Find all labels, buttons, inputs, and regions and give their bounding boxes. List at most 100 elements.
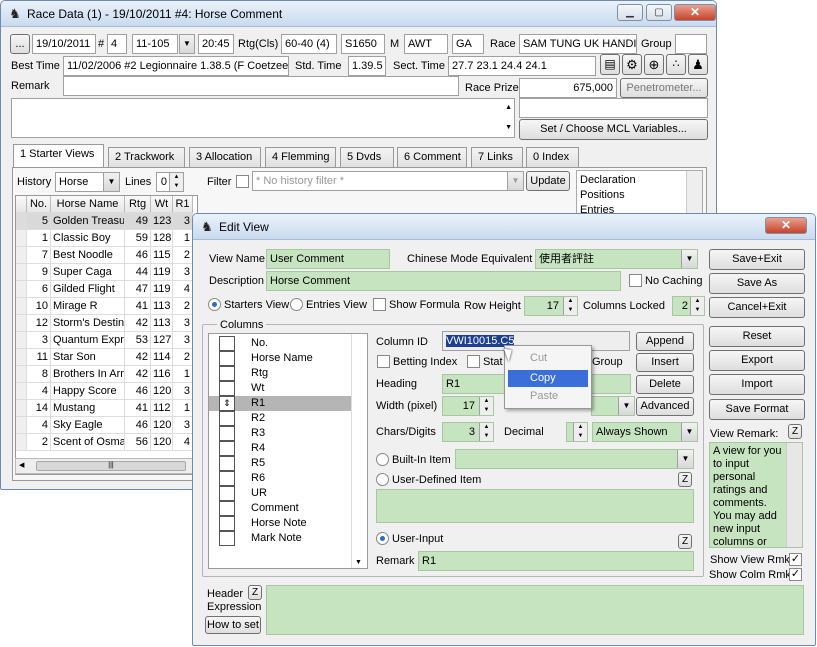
cell-rtg[interactable]: 42 — [125, 366, 151, 383]
table-row[interactable]: 3Quantum Express531273 — [16, 332, 197, 349]
scroll-down-icon[interactable]: ▼ — [505, 121, 512, 135]
tab-trackwork[interactable]: 2 Trackwork — [108, 147, 185, 167]
scrollbar[interactable] — [786, 443, 802, 547]
cell-no[interactable]: 14 — [27, 400, 51, 417]
scroll-up-icon[interactable]: ▲ — [505, 101, 512, 115]
columns-list[interactable]: No. Horse Name Rtg Wt ⇕ R1 R2 R3 R4 R5 R6 UR Comment… — [208, 333, 368, 569]
table-row[interactable]: 6 Gilded Flight 47 119 4 — [16, 281, 197, 298]
row-selector[interactable] — [16, 332, 27, 349]
table-row[interactable]: 9 Super Caga 44 119 3 — [16, 264, 197, 281]
cell-name[interactable]: Scent of Osmanthus — [51, 434, 125, 451]
cell-rtg[interactable]: 53 — [125, 332, 151, 349]
race-prize-field[interactable]: 675,000 — [519, 78, 617, 98]
cell-no[interactable]: 1 — [27, 230, 51, 247]
export-button[interactable]: Export — [709, 350, 805, 371]
column-visibility-box[interactable] — [219, 441, 235, 456]
row-selector[interactable] — [16, 366, 27, 383]
list-item[interactable]: R6 — [209, 471, 352, 486]
column-visibility-box[interactable] — [219, 501, 235, 516]
update-button[interactable]: Update — [526, 171, 570, 191]
cell-name[interactable]: Best Noodle — [51, 247, 125, 264]
cell-wt[interactable]: 123 — [151, 213, 173, 230]
cell-name[interactable]: Brothers In Arms — [51, 366, 125, 383]
cell-rtg[interactable]: 42 — [125, 349, 151, 366]
list-item[interactable]: Declaration — [580, 173, 636, 187]
close-icon[interactable]: ✕ — [674, 4, 716, 21]
table-row[interactable]: 5Golden Treasure491233 — [16, 213, 197, 230]
list-item[interactable]: Wt — [209, 381, 352, 396]
side-list[interactable]: Declaration Positions Entries — [576, 170, 703, 216]
lines-spinner[interactable]: 0 ▲ ▼ — [156, 172, 184, 192]
row-selector[interactable] — [16, 298, 27, 315]
table-row[interactable]: 2Scent of Osmanthus561204 — [16, 434, 197, 451]
report-icon[interactable]: ▤ — [600, 54, 620, 75]
cell-wt[interactable]: 119 — [151, 281, 173, 298]
cell-r1[interactable]: 3 — [173, 417, 193, 434]
reset-button[interactable]: Reset — [709, 326, 805, 347]
cell-wt[interactable]: 115 — [151, 247, 173, 264]
network-icon[interactable]: ∴ — [666, 54, 686, 75]
cell-name[interactable]: Super Caga — [51, 264, 125, 281]
width-mode-select[interactable]: ▼ — [591, 396, 635, 416]
row-selector[interactable] — [16, 315, 27, 332]
cell-wt[interactable]: 120 — [151, 417, 173, 434]
cell-r1[interactable]: 1 — [173, 230, 193, 247]
cell-name[interactable]: Storm's Destiny — [51, 315, 125, 332]
column-visibility-box[interactable] — [219, 336, 235, 351]
cell-name[interactable]: Sky Eagle — [51, 417, 125, 434]
std-time-field[interactable]: 1.39.5 — [348, 56, 386, 76]
cell-rtg[interactable]: 56 — [125, 434, 151, 451]
filter-checkbox[interactable] — [236, 175, 249, 188]
maximize-icon[interactable]: ▢ — [646, 4, 672, 21]
cell-rtg[interactable]: 44 — [125, 264, 151, 281]
cell-name[interactable]: Happy Score — [51, 383, 125, 400]
append-button[interactable]: Append — [636, 332, 694, 351]
cell-no[interactable]: 4 — [27, 383, 51, 400]
row-selector[interactable] — [16, 281, 27, 298]
spin-arrows-icon[interactable]: ▲ ▼ — [479, 397, 493, 415]
row-selector[interactable] — [16, 349, 27, 366]
tab-starter-views[interactable]: 1 Starter Views — [13, 144, 104, 168]
list-item[interactable]: R3 — [209, 426, 352, 441]
list-item[interactable]: Mark Note — [209, 531, 352, 546]
built-in-item-select[interactable]: ▼ — [455, 449, 694, 469]
cell-r1[interactable]: 1 — [173, 400, 193, 417]
tab-links[interactable]: 7 Links — [471, 147, 523, 167]
column-visibility-box[interactable] — [219, 471, 235, 486]
list-item[interactable]: R4 — [209, 441, 352, 456]
col-header[interactable]: Wt — [151, 196, 173, 213]
cell-r1[interactable]: 3 — [173, 383, 193, 400]
track-field[interactable]: AWT — [404, 34, 448, 54]
insert-button[interactable]: Insert — [636, 353, 694, 372]
remark-zoom-button[interactable]: Z — [678, 534, 692, 549]
remark-field[interactable] — [63, 76, 459, 96]
scrollbar[interactable]: ▼ — [351, 334, 367, 568]
race-name-field[interactable]: SAM TUNG UK HANDICAP — [519, 34, 637, 54]
cell-no[interactable]: 10 — [27, 298, 51, 315]
cell-rtg[interactable]: 42 — [125, 315, 151, 332]
list-item[interactable]: No. — [209, 336, 352, 351]
cell-name[interactable]: Golden Treasure — [51, 213, 125, 230]
show-colm-rmk-checkbox[interactable]: ✓ — [789, 568, 802, 581]
rtg-field[interactable]: 60-40 (4) — [281, 34, 337, 54]
tab-comment[interactable]: 6 Comment — [397, 147, 467, 167]
col-header[interactable]: No. — [27, 196, 51, 213]
table-row[interactable]: 4 Sky Eagle 46 120 3 — [16, 417, 197, 434]
cell-rtg[interactable]: 46 — [125, 417, 151, 434]
tab-dvds[interactable]: 5 Dvds — [340, 147, 394, 167]
column-visibility-box[interactable] — [219, 516, 235, 531]
chars-digits-spinner[interactable]: 3 ▲ ▼ — [442, 422, 494, 442]
user-defined-item-radio[interactable] — [376, 473, 389, 486]
cell-no[interactable]: 5 — [27, 213, 51, 230]
show-formula-checkbox[interactable] — [373, 298, 386, 311]
show-view-rmk-checkbox[interactable]: ✓ — [789, 553, 802, 566]
save-exit-button[interactable]: Save+Exit — [709, 249, 805, 270]
row-selector[interactable] — [16, 247, 27, 264]
jockey-icon[interactable]: ♟ — [688, 54, 708, 75]
cell-name[interactable]: Gilded Flight — [51, 281, 125, 298]
table-row[interactable]: 12 Storm's Destiny 42 113 3 — [16, 315, 197, 332]
close-icon[interactable]: ✕ — [765, 217, 807, 234]
cell-rtg[interactable]: 41 — [125, 400, 151, 417]
view-name-input[interactable]: User Comment — [266, 249, 390, 269]
cell-wt[interactable]: 120 — [151, 383, 173, 400]
